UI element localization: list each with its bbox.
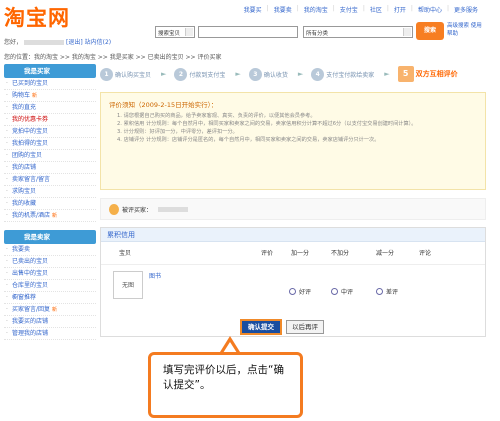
taobao-logo[interactable]: 淘宝网 bbox=[4, 2, 70, 32]
notice-line: 4. 店铺评分 计分规则：店铺评分是匿名的，每个自然月中，相同买家和卖家之间的交… bbox=[117, 137, 380, 143]
category-value: 所有分类 bbox=[306, 31, 329, 37]
sidebar-item[interactable]: 出售中的宝贝 bbox=[4, 268, 96, 280]
rate-later-button[interactable]: 以后再评 bbox=[286, 320, 324, 334]
col-zero: 不加分 bbox=[331, 250, 350, 257]
category-select[interactable]: 所有分类 bbox=[303, 26, 413, 38]
sidebar-item[interactable]: 我的直充 bbox=[4, 102, 96, 114]
sidebar: 我是买家 已买到的宝贝 购物车 新 我的直充 我的优惠卡券 竞拍中的宝贝 我拍得… bbox=[4, 64, 96, 421]
instruction-callout: 填写完评价以后，点击“确认提交”。 bbox=[148, 352, 303, 418]
top-nav: 我要买 | 我要卖 | 我的淘宝 | 支付宝 | 社区 | 打开 | 帮助中心 | 更多服务 bbox=[243, 5, 478, 14]
toplink-alipay[interactable]: 支付宝 bbox=[340, 5, 358, 14]
col-item: 宝贝 bbox=[119, 250, 132, 257]
header: 淘宝网 我要买 | 我要卖 | 我的淘宝 | 支付宝 | 社区 | 打开 | 帮助中心 | 更… bbox=[0, 0, 500, 50]
rating-notice: 评价须知（2009-2-15日开始实行）： 1. 请您根据自己购买的商品，给予卖… bbox=[100, 92, 486, 190]
notice-title: 评价须知（2009-2-15日开始实行）： bbox=[109, 101, 218, 109]
chevron-down-icon bbox=[185, 28, 193, 36]
sidebar-item[interactable]: 已买到的宝贝 bbox=[4, 78, 96, 90]
radio-icon bbox=[289, 288, 296, 295]
sidebar-item[interactable]: 竞拍中的宝贝 bbox=[4, 126, 96, 138]
advanced-search-link[interactable]: 高级搜索 使用帮助 bbox=[447, 22, 487, 38]
logout-link[interactable]: [退出] bbox=[66, 39, 83, 46]
sidebar-item[interactable]: 我的收藏 bbox=[4, 198, 96, 210]
radio-neutral[interactable]: 中评 bbox=[331, 287, 353, 296]
col-minus: 减一分 bbox=[376, 250, 395, 257]
sidebar-item[interactable]: 买家留言/回复 新 bbox=[4, 304, 96, 316]
sidebar-section-buyer: 我是买家 bbox=[4, 64, 96, 78]
notice-line: 3. 计分规则：好评加一分，中评零分，差评扣一分。 bbox=[117, 129, 238, 135]
step-1: 1 确认购买宝贝 bbox=[100, 67, 151, 81]
search-button[interactable]: 搜索 bbox=[416, 22, 444, 40]
buyer-name-redacted bbox=[158, 206, 189, 212]
rated-buyer-label: 被评买家： bbox=[122, 206, 153, 214]
rated-buyer-bar: 被评买家： bbox=[100, 198, 486, 220]
action-buttons: 确认提交 以后再评 bbox=[240, 319, 324, 335]
sidebar-item[interactable]: 我的店铺 bbox=[4, 162, 96, 174]
chevron-down-icon bbox=[403, 28, 411, 36]
toplink-mytaobao[interactable]: 我的淘宝 bbox=[304, 5, 328, 14]
arrow-right-icon: ► bbox=[161, 70, 167, 78]
search-input[interactable] bbox=[198, 26, 298, 38]
sidebar-section-seller: 我是卖家 bbox=[4, 230, 96, 244]
step-4: 4 支付宝付款给卖家 bbox=[311, 67, 374, 81]
progress-steps: 1 确认购买宝贝 ► 2 付款到支付宝 ► 3 确认收货 ► 4 支付宝付款给卖家 ► … bbox=[100, 62, 486, 86]
item-link[interactable]: 图书 bbox=[149, 271, 161, 280]
toplink-sell[interactable]: 我要卖 bbox=[274, 5, 292, 14]
radio-good[interactable]: 好评 bbox=[289, 287, 311, 296]
sidebar-item[interactable]: 我要卖 bbox=[4, 244, 96, 256]
search-type-select[interactable]: 搜索宝贝 bbox=[155, 26, 195, 38]
toplink-community[interactable]: 社区 bbox=[370, 5, 382, 14]
sidebar-item[interactable]: 管理我的店铺 bbox=[4, 328, 96, 340]
sidebar-item[interactable]: 我拍得的宝贝 bbox=[4, 138, 96, 150]
username-redacted bbox=[24, 40, 65, 45]
confirm-submit-button[interactable]: 确认提交 bbox=[240, 319, 282, 335]
col-comment: 评论 bbox=[419, 250, 432, 257]
sidebar-item[interactable]: 求购宝贝 bbox=[4, 186, 96, 198]
toplink-help[interactable]: 帮助中心 bbox=[418, 5, 442, 14]
step-3: 3 确认收货 bbox=[248, 67, 288, 81]
credit-columns: 宝贝 评价 加一分 不加分 减一分 评论 bbox=[101, 248, 485, 260]
sidebar-item[interactable]: 我的优惠卡券 bbox=[4, 114, 96, 126]
notice-line: 1. 请您根据自己购买的商品，给予卖家客观、真实、负责的评价，以便其他会员参考。 bbox=[117, 113, 316, 119]
table-row: 无图 图书 好评 中评 差评 bbox=[101, 264, 485, 324]
toplink-open[interactable]: 打开 bbox=[394, 5, 406, 14]
radio-icon bbox=[331, 288, 338, 295]
radio-bad[interactable]: 差评 bbox=[376, 287, 398, 296]
sidebar-item[interactable]: 仓库里的宝贝 bbox=[4, 280, 96, 292]
item-thumbnail[interactable]: 无图 bbox=[113, 271, 143, 299]
notice-line: 2. 累积信用 计分规则：每个自然月中，相同买家和卖家之间的交易，卖家信用积分计… bbox=[117, 121, 417, 127]
col-rating: 评价 bbox=[261, 250, 274, 257]
breadcrumb: 您的位置：我的淘宝 >> 我的淘宝 >> 我是买家 >> 已卖出的宝贝 >> 评… bbox=[4, 54, 222, 61]
greeting: 您好， [退出] 站内信(2) bbox=[4, 37, 111, 46]
arrow-right-icon: ► bbox=[297, 70, 304, 78]
credit-title: 累积信用 bbox=[101, 228, 485, 242]
search-bar: 搜索宝贝 所有分类 bbox=[155, 26, 413, 38]
step-2: 2 付款到支付宝 bbox=[174, 67, 225, 81]
sidebar-item[interactable]: 橱窗推荐 bbox=[4, 292, 96, 304]
toplink-buy[interactable]: 我要买 bbox=[244, 5, 262, 14]
arrow-right-icon: ► bbox=[235, 70, 241, 78]
sidebar-item[interactable]: 团购的宝贝 bbox=[4, 150, 96, 162]
greeting-prefix: 您好， bbox=[4, 39, 23, 46]
sidebar-item[interactable]: 已卖出的宝贝 bbox=[4, 256, 96, 268]
user-icon bbox=[109, 203, 119, 215]
radio-icon bbox=[376, 288, 383, 295]
arrow-right-icon: ► bbox=[384, 70, 390, 78]
toplink-more[interactable]: 更多服务 bbox=[454, 5, 478, 14]
search-type-value: 搜索宝贝 bbox=[158, 31, 181, 37]
sidebar-item[interactable]: 购物车 新 bbox=[4, 90, 96, 102]
sidebar-item[interactable]: 我的机票/酒店 新 bbox=[4, 210, 96, 222]
step-5-current: 5 双方互相评价 bbox=[397, 66, 458, 82]
col-plus: 加一分 bbox=[291, 250, 310, 257]
sidebar-item[interactable]: 我要买的店铺 bbox=[4, 316, 96, 328]
inbox-link[interactable]: 站内信(2) bbox=[85, 39, 112, 46]
sidebar-item[interactable]: 卖家留言/留言 bbox=[4, 174, 96, 186]
